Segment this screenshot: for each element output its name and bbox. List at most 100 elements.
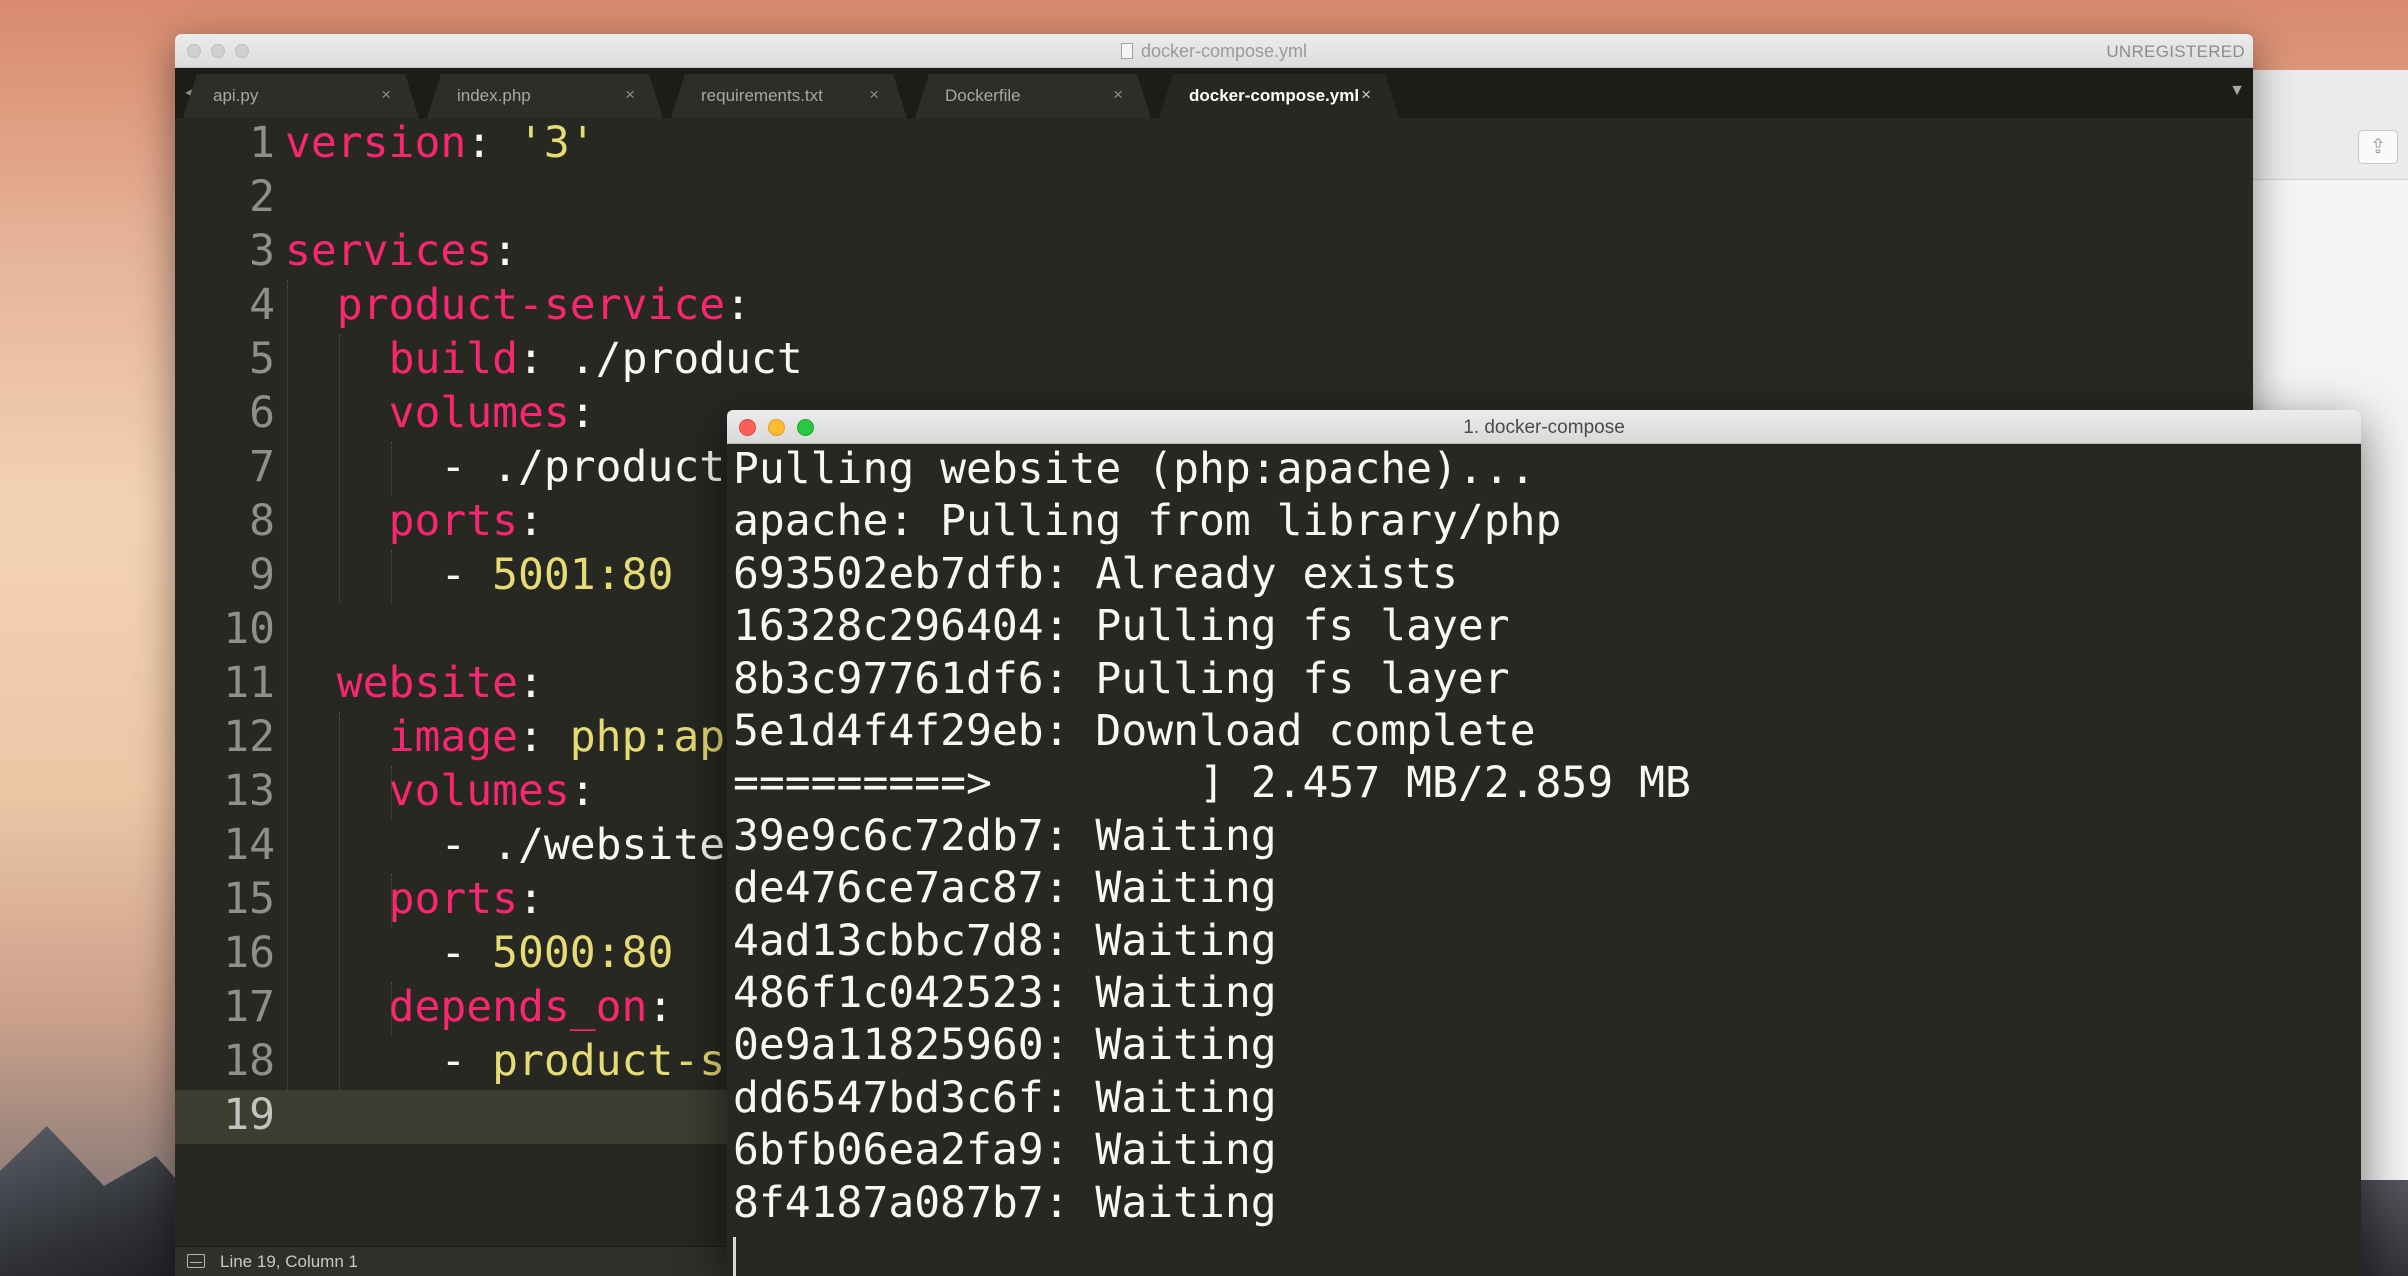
code-token: 5000:80 — [492, 928, 674, 978]
tab-requirements-txt[interactable]: requirements.txt × — [671, 74, 907, 118]
line-number: 3 — [249, 226, 275, 276]
line-number: 19 — [223, 1090, 275, 1140]
code-token: volumes — [388, 766, 570, 816]
terminal-output[interactable]: Pulling website (php:apache)... apache: P… — [733, 444, 2361, 1276]
tab-close-icon[interactable]: × — [625, 85, 635, 105]
code-line[interactable]: 3 services: — [175, 226, 2253, 280]
code-token: product-service — [336, 280, 726, 330]
code-token: : — [466, 118, 518, 168]
terminal-line: de476ce7ac87: Waiting — [733, 863, 1277, 914]
indent-guide — [287, 280, 288, 1090]
code-text: - ./website — [285, 820, 725, 870]
code-token: depends_on — [388, 982, 648, 1032]
tab-close-icon[interactable]: × — [381, 85, 391, 105]
tab-close-icon[interactable]: × — [1113, 85, 1123, 105]
line-number: 15 — [223, 874, 275, 924]
code-token: - ./product — [285, 442, 726, 492]
tab-label: index.php — [457, 86, 531, 105]
terminal-window[interactable]: 1. docker-compose Pulling website (php:a… — [727, 410, 2361, 1276]
line-number: 2 — [249, 172, 275, 222]
terminal-line: =========> ] 2.457 MB/2.859 MB — [733, 758, 1691, 809]
code-token: version — [285, 118, 467, 168]
terminal-line: 486f1c042523: Waiting — [733, 968, 1277, 1018]
share-icon[interactable]: ⇪ — [2358, 130, 2398, 164]
code-text: ports: — [285, 874, 544, 924]
terminal-line: dd6547bd3c6f: Waiting — [733, 1072, 1277, 1123]
tab-label: requirements.txt — [701, 86, 823, 105]
code-text: depends_on: — [285, 982, 674, 1032]
code-text: - product-s — [285, 1036, 725, 1086]
license-status: UNREGISTERED — [2106, 42, 2245, 61]
code-line[interactable]: 5 build: ./product — [175, 334, 2253, 388]
code-token: : — [569, 766, 596, 816]
tab-label: docker-compose.yml — [1189, 86, 1360, 105]
indent-guide — [391, 874, 392, 928]
code-token: 5001:80 — [492, 550, 674, 600]
code-token: : — [518, 874, 544, 924]
code-line[interactable]: 2 — [175, 172, 2253, 226]
line-number: 13 — [223, 766, 275, 816]
code-token: ports — [388, 496, 519, 546]
code-line[interactable]: 1 version: '3' — [175, 118, 2253, 172]
indent-guide — [339, 334, 340, 604]
tab-close-icon[interactable]: × — [1361, 85, 1371, 105]
terminal-line: 8b3c97761df6: Pulling fs layer — [733, 653, 1510, 704]
code-text: version: '3' — [285, 118, 596, 168]
line-number: 8 — [249, 496, 275, 546]
code-token: '3' — [518, 118, 596, 168]
line-number: 11 — [223, 658, 275, 708]
terminal-line: 39e9c6c72db7: Waiting — [733, 810, 1277, 861]
code-token: : — [518, 712, 570, 762]
indent-guide — [391, 550, 392, 604]
line-number: 1 — [249, 118, 275, 168]
line-number: 17 — [223, 982, 275, 1032]
code-text: - ./product — [285, 442, 725, 492]
terminal-line: Pulling website (php:apache)... — [733, 444, 1536, 494]
code-text: services: — [285, 226, 518, 276]
line-number: 10 — [223, 604, 275, 654]
code-text: product-service: — [285, 280, 751, 330]
tab-docker-compose-yml[interactable]: docker-compose.yml × — [1159, 74, 1399, 118]
tab-api-py[interactable]: api.py × — [183, 74, 419, 118]
indent-guide — [391, 766, 392, 820]
tab-dockerfile[interactable]: Dockerfile × — [915, 74, 1151, 118]
line-number: 9 — [249, 550, 275, 600]
terminal-titlebar: 1. docker-compose — [727, 410, 2361, 444]
indent-guide — [391, 982, 392, 1036]
panel-toggle-icon[interactable] — [187, 1254, 205, 1268]
code-text: build: ./product — [285, 334, 803, 384]
tab-index-php[interactable]: index.php × — [427, 74, 663, 118]
tab-label: Dockerfile — [945, 86, 1021, 105]
line-number: 4 — [249, 280, 275, 330]
line-number: 5 — [249, 334, 275, 384]
terminal-line: 693502eb7dfb: Already exists — [733, 548, 1458, 599]
code-text: volumes: — [285, 388, 596, 438]
terminal-line: 0e9a11825960: Waiting — [733, 1020, 1277, 1071]
code-text: volumes: — [285, 766, 596, 816]
code-text: - 5001:80 — [285, 550, 673, 600]
terminal-line: 6bfb06ea2fa9: Waiting — [733, 1125, 1277, 1176]
line-number: 18 — [223, 1036, 275, 1086]
terminal-line: 4ad13cbbc7d8: Waiting — [733, 915, 1277, 966]
line-number: 12 — [223, 712, 275, 762]
tab-bar: ◀ ▶ api.py×index.php×requirements.txt×Do… — [175, 68, 2253, 118]
terminal-line: apache: Pulling from library/php — [733, 496, 1562, 547]
window-title: docker-compose.yml — [175, 41, 2253, 62]
line-number: 6 — [249, 388, 275, 438]
terminal-title: 1. docker-compose — [1463, 417, 1625, 438]
window-title-text: docker-compose.yml — [1140, 41, 1308, 61]
cursor-position: Line 19, Column 1 — [220, 1252, 358, 1271]
code-token: product-s — [492, 1036, 726, 1086]
tab-overflow-icon[interactable]: ▼ — [2229, 82, 2245, 100]
tab-label: api.py — [213, 86, 259, 105]
code-line[interactable]: 4 product-service: — [175, 280, 2253, 334]
code-token: - — [285, 1036, 493, 1086]
tab-close-icon[interactable]: × — [869, 85, 879, 105]
code-token: - ./website — [285, 820, 726, 870]
terminal-cursor — [733, 1237, 736, 1276]
line-number: 7 — [249, 442, 275, 492]
